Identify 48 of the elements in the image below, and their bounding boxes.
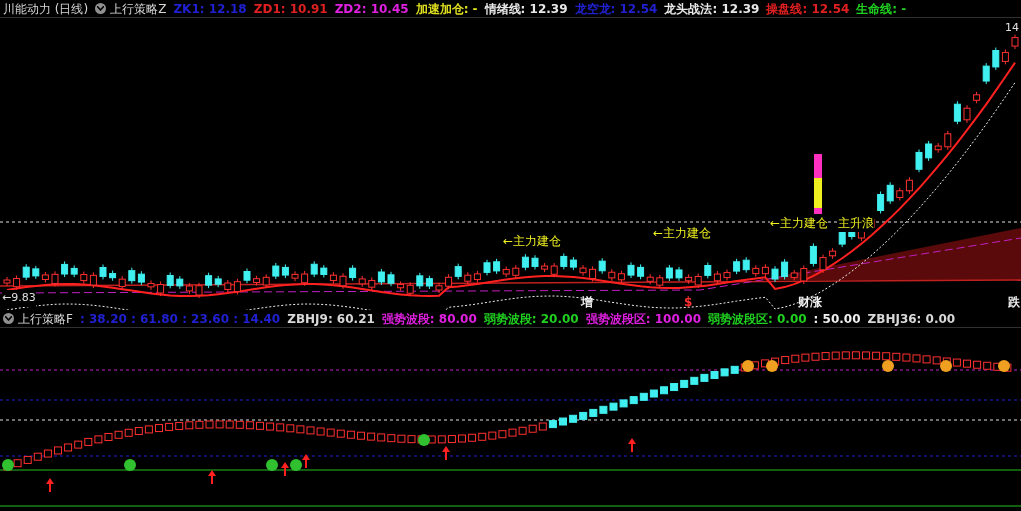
indicator-name[interactable]: 上行策略Z (110, 0, 167, 18)
indicator-value: 弱势波段: 20.00 (483, 310, 579, 328)
signal-dot-icon (766, 360, 778, 372)
signal-label: 跌 (1008, 294, 1020, 311)
signal-dot-icon (418, 434, 430, 446)
signal-dot-icon (998, 360, 1010, 372)
indicator-value: 情绪线: 12.39 (484, 0, 568, 18)
indicator-value: ZBHJ36: 0.00 (867, 310, 956, 328)
indicator-value: 龙头战法: 12.39 (664, 0, 760, 18)
signal-dot-icon (742, 360, 754, 372)
chart-annotation: ←主力建仓 (770, 214, 829, 232)
indicator-value: : 50.00 (813, 310, 861, 328)
indicator-value: ZD2: 10.45 (334, 0, 409, 18)
indicator-name[interactable]: 上行策略F (18, 309, 73, 328)
up-arrow-icon (46, 478, 54, 492)
indicator-value: ZD1: 10.91 (253, 0, 328, 18)
indicator-value: 强势波段区: 100.00 (585, 310, 701, 328)
signal-dot-icon (290, 459, 302, 471)
indicator-value: 弱势波段区: 0.00 (708, 310, 807, 328)
up-arrow-icon (442, 446, 450, 460)
indicator-value: : 38.20 : 61.80 : 23.60 : 14.40 (79, 310, 281, 328)
signal-dot-icon (940, 360, 952, 372)
indicator-value: 龙空龙: 12.54 (574, 0, 658, 18)
dropdown-icon[interactable] (95, 3, 107, 14)
indicator-value: ZK1: 12.18 (173, 0, 247, 18)
chart-title: 川能动力 (日线) (3, 0, 89, 18)
chart-annotation: ←主力建仓 (653, 224, 712, 242)
up-arrow-icon (208, 470, 216, 484)
signal-dot-icon (124, 459, 136, 471)
up-arrow-icon (302, 454, 310, 468)
signal-dot-icon (882, 360, 894, 372)
signal-label: $ (684, 294, 693, 311)
signal-dot-icon (266, 459, 278, 471)
low-price-label: ←9.83 (2, 290, 36, 307)
indicator-value: 操盘线: 12.54 (766, 0, 850, 18)
dropdown-icon[interactable] (3, 313, 14, 324)
chart-annotation: 主升浪 (838, 214, 874, 232)
indicator-value: 生命线: - (856, 0, 907, 18)
signal-label: 增 (581, 294, 593, 311)
up-arrow-icon (281, 462, 289, 476)
indicator-value: ZBHJ9: 60.21 (287, 310, 375, 328)
high-price-label: 14 (1005, 20, 1019, 36)
indicator-value: 加速加仓: - (415, 0, 478, 18)
up-arrow-icon (628, 438, 636, 452)
chart-annotation: ←主力建仓 (503, 232, 562, 250)
indicator-value: 强势波段: 80.00 (381, 310, 477, 328)
signal-bar (814, 154, 822, 214)
signal-label: 财涨 (798, 294, 822, 311)
